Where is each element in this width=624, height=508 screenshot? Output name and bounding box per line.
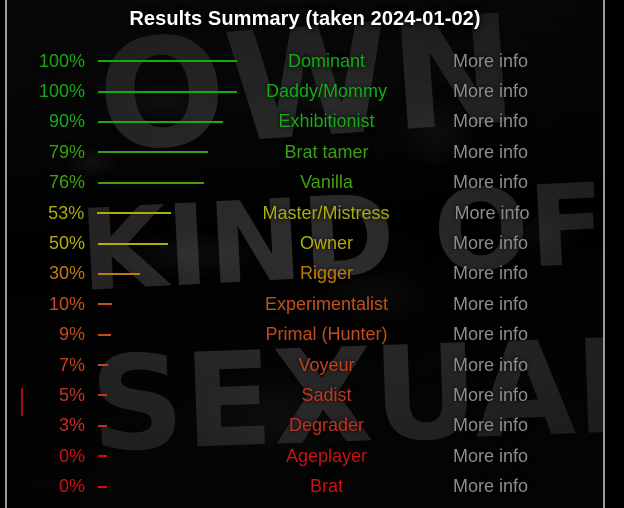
result-percent: 7% xyxy=(58,354,85,375)
more-info-link[interactable]: More info xyxy=(453,476,603,497)
result-percent: 79% xyxy=(48,141,85,162)
result-bar-cell xyxy=(85,333,265,336)
result-label: Voyeur xyxy=(298,354,355,375)
scroll-position-tick xyxy=(21,388,23,416)
more-info-link[interactable]: More info xyxy=(453,142,603,163)
result-label: Dominant xyxy=(287,50,366,71)
result-percent: 100% xyxy=(38,50,85,71)
result-bar-cell xyxy=(85,424,265,427)
result-row: 100% Dominant More info xyxy=(7,46,603,76)
result-row: 10% Experimentalist More info xyxy=(7,289,603,319)
result-row: 5% Sadist More info xyxy=(7,380,603,410)
result-percent: 0% xyxy=(58,476,85,497)
result-percent: 90% xyxy=(48,111,85,132)
result-row: 76% Vanilla More info xyxy=(7,168,603,198)
more-info-link[interactable]: More info xyxy=(455,203,603,224)
result-bar xyxy=(98,333,111,336)
result-bar xyxy=(98,424,107,427)
result-bar xyxy=(98,364,108,367)
result-bar-cell xyxy=(85,364,265,367)
result-row: 0% Ageplayer More info xyxy=(7,441,603,471)
result-bar xyxy=(97,212,172,215)
result-row: 0% Brat More info xyxy=(7,471,603,501)
result-label: Exhibitionist xyxy=(278,111,375,132)
result-row: 53% Master/Mistress More info xyxy=(7,198,603,228)
more-info-link[interactable]: More info xyxy=(453,263,603,284)
result-label: Brat tamer xyxy=(284,141,369,162)
result-bar xyxy=(98,485,107,488)
result-bar-cell xyxy=(85,485,265,488)
result-bar xyxy=(98,272,140,275)
more-info-link[interactable]: More info xyxy=(453,294,603,315)
more-info-link[interactable]: More info xyxy=(453,385,603,406)
more-info-link[interactable]: More info xyxy=(453,355,603,376)
result-bar-cell xyxy=(85,60,265,63)
more-info-link[interactable]: More info xyxy=(453,415,603,436)
more-info-link[interactable]: More info xyxy=(453,172,603,193)
result-label: Ageplayer xyxy=(285,445,368,466)
result-row: 3% Degrader More info xyxy=(7,411,603,441)
result-percent: 5% xyxy=(58,384,85,405)
panel-content: Results Summary (taken 2024-01-02) 100% D… xyxy=(7,0,603,508)
result-bar xyxy=(98,90,237,93)
result-percent: 76% xyxy=(48,172,85,193)
result-label: Daddy/Mommy xyxy=(265,81,388,102)
result-percent: 9% xyxy=(58,324,85,345)
more-info-link[interactable]: More info xyxy=(453,233,603,254)
result-bar xyxy=(97,303,112,306)
result-bar-cell xyxy=(85,181,265,184)
result-bar-cell xyxy=(85,120,265,123)
results-summary-screen: OWN KIND OF SEXUAL Results Summary (take… xyxy=(0,0,624,508)
result-bar xyxy=(98,455,107,458)
result-label: Rigger xyxy=(299,263,354,284)
result-label: Experimentalist xyxy=(264,293,389,314)
result-row: 50% Owner More info xyxy=(7,228,603,258)
result-bar-cell xyxy=(84,212,262,215)
result-percent: 10% xyxy=(48,293,85,314)
result-row: 30% Rigger More info xyxy=(7,259,603,289)
more-info-link[interactable]: More info xyxy=(453,81,603,102)
result-percent: 0% xyxy=(58,445,85,466)
page-title: Results Summary (taken 2024-01-02) xyxy=(129,8,481,30)
result-bar-cell xyxy=(85,455,265,458)
result-row: 100% Daddy/Mommy More info xyxy=(7,76,603,106)
result-row: 7% Voyeur More info xyxy=(7,350,603,380)
result-label: Master/Mistress xyxy=(262,202,390,223)
result-percent: 53% xyxy=(48,202,85,223)
results-panel: OWN KIND OF SEXUAL Results Summary (take… xyxy=(5,0,605,508)
result-bar-cell xyxy=(85,242,265,245)
more-info-link[interactable]: More info xyxy=(453,51,603,72)
result-label: Owner xyxy=(299,233,353,254)
result-row: 9% Primal (Hunter) More info xyxy=(7,320,603,350)
result-bar-cell xyxy=(85,90,265,93)
result-label: Primal (Hunter) xyxy=(265,324,388,345)
result-bar xyxy=(98,120,223,123)
result-bar xyxy=(98,394,107,397)
result-label: Brat xyxy=(309,476,343,497)
result-bar xyxy=(98,151,208,154)
result-bar-cell xyxy=(85,151,265,154)
more-info-link[interactable]: More info xyxy=(453,111,603,132)
result-bar-cell xyxy=(85,303,265,306)
result-bar-cell xyxy=(85,394,265,397)
result-bar xyxy=(98,242,168,245)
results-list: 100% Dominant More info 100% Daddy/Mommy More… xyxy=(7,46,603,502)
result-bar xyxy=(98,181,204,184)
result-bar xyxy=(98,60,237,63)
more-info-link[interactable]: More info xyxy=(453,446,603,467)
result-bar-cell xyxy=(85,272,265,275)
result-label: Degrader xyxy=(288,415,365,436)
result-label: Vanilla xyxy=(300,172,353,193)
result-percent: 100% xyxy=(38,81,85,102)
result-label: Sadist xyxy=(301,384,352,405)
result-percent: 3% xyxy=(58,415,85,436)
result-percent: 30% xyxy=(48,263,85,284)
result-percent: 50% xyxy=(48,233,85,254)
result-row: 79% Brat tamer More info xyxy=(7,137,603,167)
result-row: 90% Exhibitionist More info xyxy=(7,107,603,137)
more-info-link[interactable]: More info xyxy=(453,324,603,345)
